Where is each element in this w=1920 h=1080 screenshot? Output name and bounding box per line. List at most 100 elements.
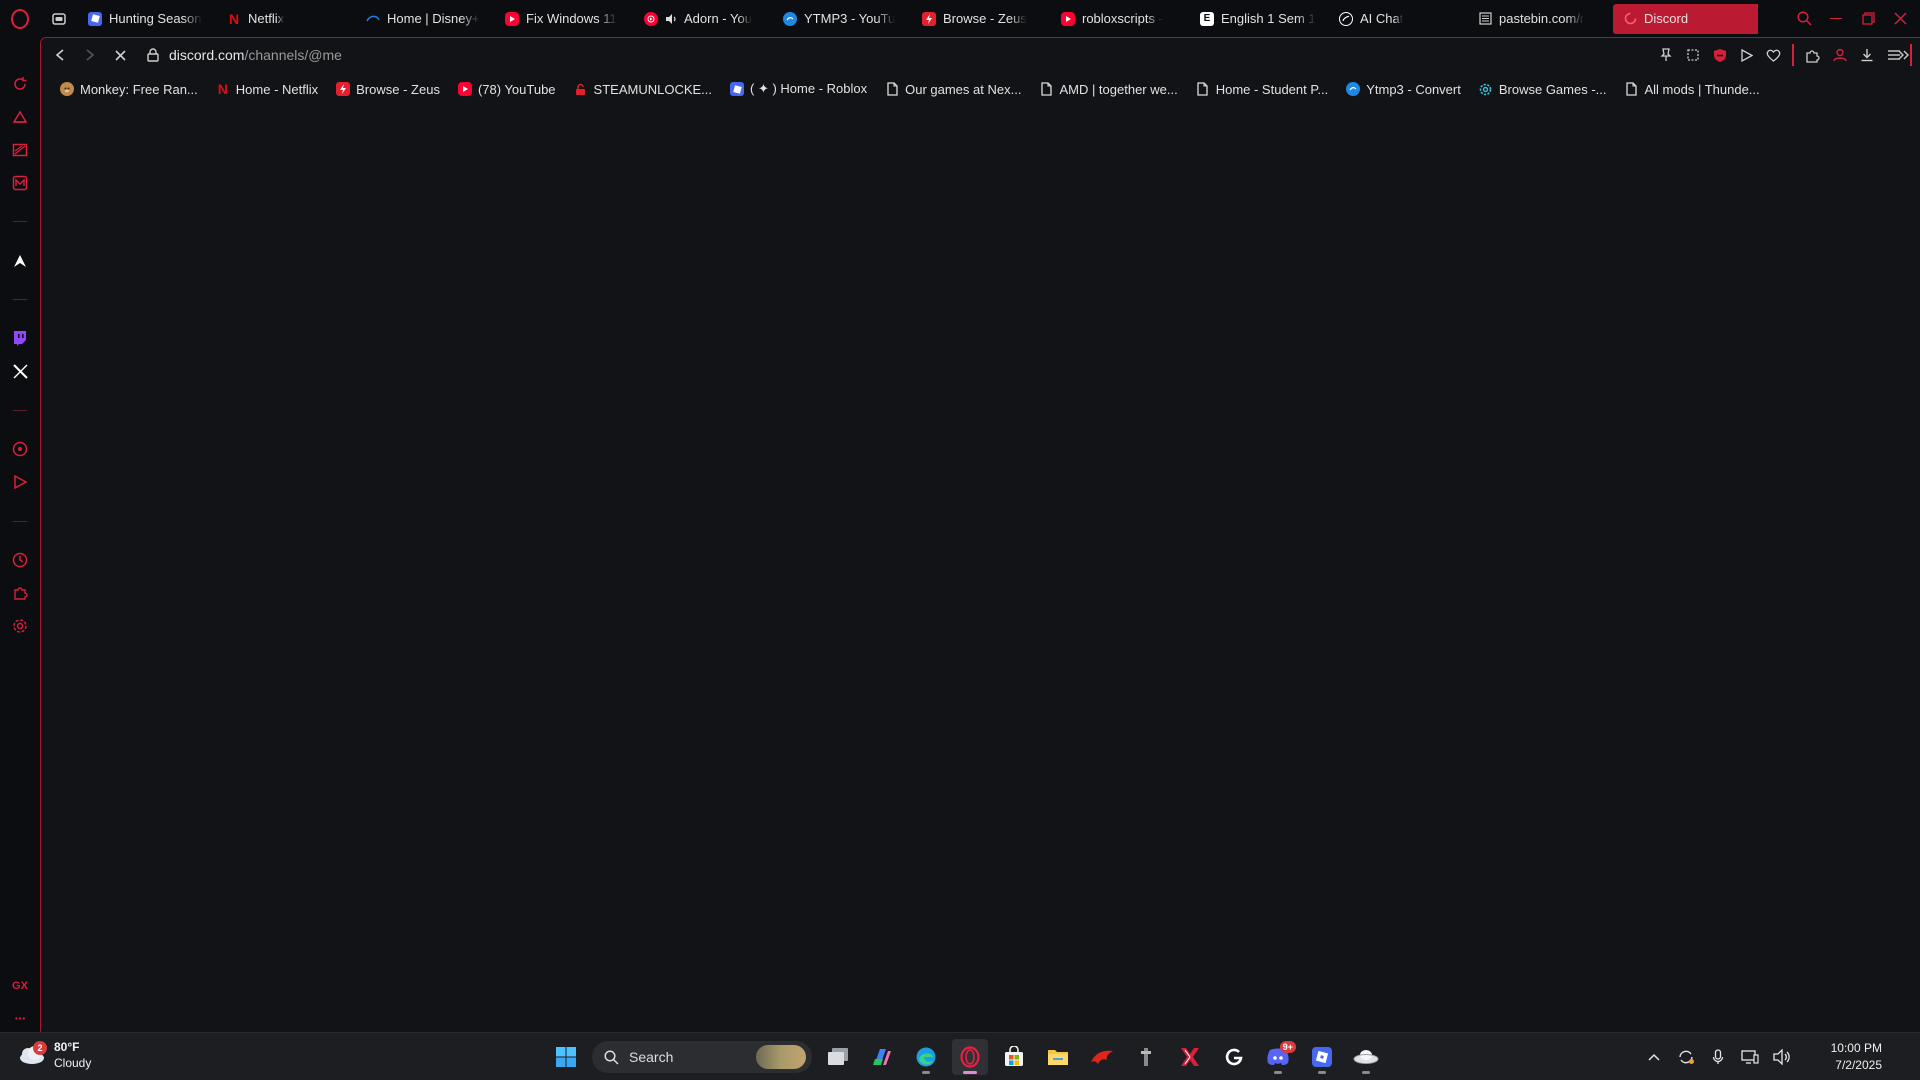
youtube-icon <box>505 11 519 26</box>
ytmp3-icon <box>1346 82 1361 96</box>
sync-tray-button[interactable] <box>1676 1049 1696 1065</box>
sidebar-gx-label[interactable]: GX <box>9 975 31 997</box>
minimize-button[interactable] <box>1822 5 1850 33</box>
tab-0[interactable]: Hunting Season <box>78 4 217 34</box>
roblox-taskbar-button[interactable] <box>1304 1039 1340 1075</box>
taskbar-clock[interactable]: 10:00 PM 7/2/2025 <box>1812 1040 1882 1074</box>
search-tabs-button[interactable] <box>1790 5 1818 33</box>
tab-label: AI Chat <box>1360 11 1404 26</box>
sidebar-extensions-button[interactable] <box>9 582 31 604</box>
tab-4[interactable]: Adorn - You <box>634 4 773 34</box>
game-launcher-button[interactable] <box>1128 1039 1164 1075</box>
edge-button[interactable] <box>908 1039 944 1075</box>
snapshot-icon <box>1686 49 1699 61</box>
tab-label: pastebin.com/r <box>1499 11 1585 26</box>
microsoft-store-button[interactable] <box>996 1039 1032 1075</box>
task-view-button[interactable] <box>820 1039 856 1075</box>
bookmarks-overflow-button[interactable] <box>1898 38 1910 72</box>
tab-8[interactable]: E English 1 Sem 1 <box>1190 4 1329 34</box>
dragon-icon <box>1091 1050 1113 1064</box>
taskbar-search-box[interactable]: Search <box>592 1041 812 1073</box>
sidebar-player-button[interactable] <box>9 438 31 460</box>
bookmark-item[interactable]: Monkey: Free Ran... <box>51 77 207 101</box>
microphone-tray-button[interactable] <box>1708 1049 1728 1065</box>
downloads-button[interactable] <box>1856 43 1877 67</box>
bookmark-label: ( ✦ ) Home - Roblox <box>750 81 868 96</box>
sidebar-history-button[interactable] <box>9 73 31 95</box>
zeus-icon <box>336 82 351 96</box>
sidebar-aria-button[interactable] <box>9 250 31 272</box>
ufo-app-button[interactable] <box>1348 1039 1384 1075</box>
send-to-flow-button[interactable] <box>1736 43 1757 67</box>
close-button[interactable] <box>1886 5 1914 33</box>
redragon-app-button[interactable] <box>1084 1039 1120 1075</box>
discord-taskbar-button[interactable]: 9+ <box>1260 1039 1296 1075</box>
copilot-button[interactable] <box>864 1039 900 1075</box>
bookmark-item[interactable]: N Home - Netflix <box>207 77 327 101</box>
back-arrow-icon <box>55 49 64 61</box>
bookmark-item[interactable]: Browse - Zeus <box>327 77 449 101</box>
bookmark-item[interactable]: Our games at Nex... <box>876 77 1030 101</box>
tab-11[interactable]: Discord <box>1613 3 1758 34</box>
bookmark-heart-button[interactable] <box>1763 43 1784 67</box>
weather-widget[interactable]: 2 80°F Cloudy <box>18 1039 91 1071</box>
bookmark-item[interactable]: AMD | together we... <box>1030 77 1186 101</box>
adblock-button[interactable] <box>1709 43 1730 67</box>
bookmark-item[interactable]: All mods | Thunde... <box>1616 77 1769 101</box>
bookmark-item[interactable]: Home - Student P... <box>1187 77 1338 101</box>
tab-5[interactable]: YTMP3 - YouTu <box>773 4 912 34</box>
opera-gx-menu-button[interactable] <box>0 0 40 37</box>
snapshot-button[interactable] <box>1682 43 1703 67</box>
start-button[interactable] <box>548 1039 584 1075</box>
back-button[interactable] <box>47 42 73 68</box>
x-app-button[interactable] <box>1172 1039 1208 1075</box>
tab-menu-button[interactable] <box>40 0 78 37</box>
file-explorer-button[interactable] <box>1040 1039 1076 1075</box>
taskbar-apps: Search 9+ <box>548 1033 1384 1080</box>
tab-7[interactable]: robloxscripts - <box>1051 4 1190 34</box>
tab-audio-speaker-icon[interactable] <box>665 13 677 25</box>
tab-6[interactable]: Browse - Zeus <box>912 4 1051 34</box>
sidebar-gx-corner-button[interactable] <box>9 139 31 161</box>
tab-9[interactable]: AI Chat <box>1329 4 1468 34</box>
url-field[interactable]: discord.com/channels/@me <box>169 47 342 63</box>
sidebar-x-button[interactable] <box>9 360 31 382</box>
volume-tray-button[interactable] <box>1772 1049 1792 1065</box>
gear-icon <box>1479 82 1493 96</box>
opera-gx-taskbar-button[interactable] <box>952 1039 988 1075</box>
bookmark-item[interactable]: ( ✦ ) Home - Roblox <box>721 77 876 101</box>
bookmark-item[interactable]: Ytmp3 - Convert <box>1337 77 1470 101</box>
network-tray-button[interactable] <box>1740 1049 1760 1065</box>
send-arrow-icon <box>1741 48 1753 62</box>
g-hub-button[interactable] <box>1216 1039 1252 1075</box>
profile-button[interactable] <box>1829 43 1850 67</box>
folder-icon <box>1048 1050 1068 1065</box>
sidebar-messenger-button[interactable] <box>9 172 31 194</box>
sidebar-settings-button[interactable] <box>9 615 31 637</box>
bookmark-label: AMD | together we... <box>1059 81 1178 97</box>
clock-time: 10:00 PM <box>1830 1041 1882 1055</box>
bookmark-item[interactable]: STEAMUNLOCKE... <box>565 77 721 101</box>
sidebar-divider <box>13 410 27 411</box>
stop-loading-button[interactable] <box>107 42 133 68</box>
tab-2[interactable]: Home | Disney+ <box>356 4 495 34</box>
sidebar-gx-control-button[interactable] <box>9 106 31 128</box>
sidebar-twitch-button[interactable] <box>9 327 31 349</box>
sidebar-history-clock-button[interactable] <box>9 549 31 571</box>
sidebar-send-button[interactable] <box>9 471 31 493</box>
opera-gx-icon <box>960 1046 980 1068</box>
extensions-button[interactable] <box>1802 43 1823 67</box>
weather-temp: 80°F <box>54 1040 80 1054</box>
forward-arrow-icon <box>86 49 95 61</box>
tab-1[interactable]: N Netflix <box>217 4 356 34</box>
bookmark-item[interactable]: Browse Games -... <box>1470 77 1616 101</box>
site-info-button[interactable] <box>147 48 159 62</box>
forward-button[interactable] <box>77 42 103 68</box>
sidebar-more-button[interactable]: ··· <box>9 1007 31 1029</box>
restore-button[interactable] <box>1854 5 1882 33</box>
bookmark-item[interactable]: (78) YouTube <box>449 77 565 101</box>
show-hidden-icons-button[interactable] <box>1644 1053 1664 1061</box>
tab-3[interactable]: Fix Windows 11 <box>495 4 634 34</box>
tab-10[interactable]: pastebin.com/r <box>1468 4 1607 34</box>
pin-button[interactable] <box>1655 43 1676 67</box>
